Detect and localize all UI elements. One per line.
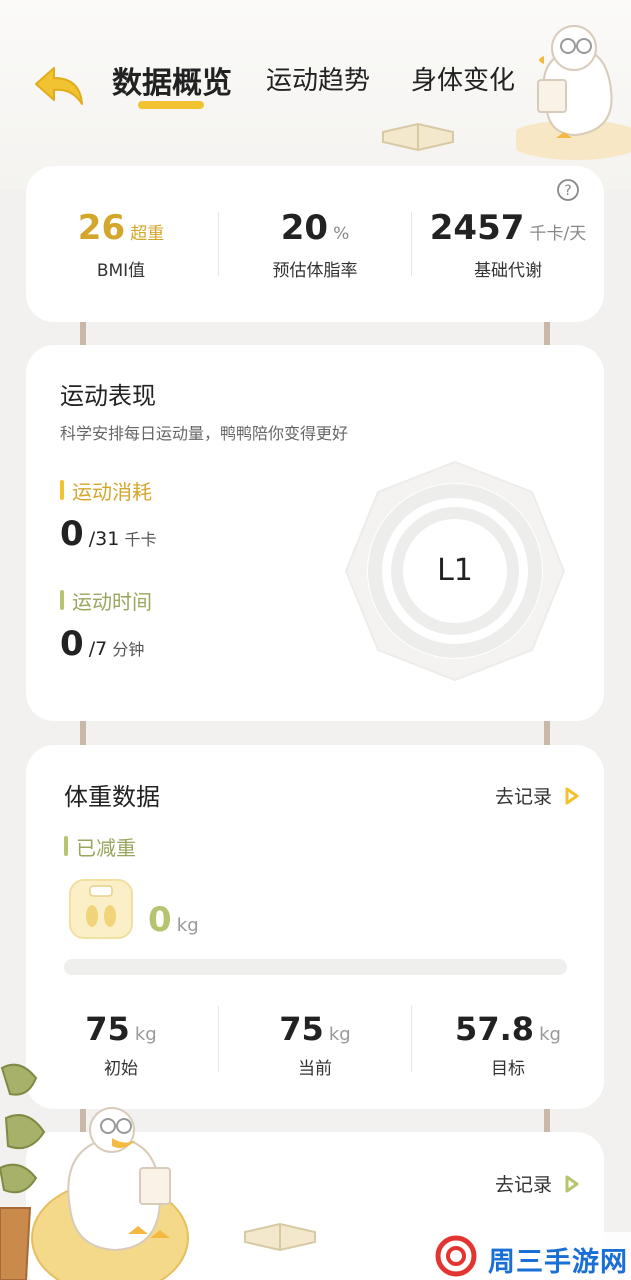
body-fat-value: 20 [280,208,329,248]
exercise-burn-target: /31 [88,528,120,550]
divider [411,1006,412,1072]
book-illustration [382,122,454,152]
body-fat-label: 预估体脂率 [272,261,358,281]
exercise-title: 运动表现 [60,382,156,410]
weight-lost-value: 0 [148,900,172,940]
record-weight-label: 去记录 [495,786,553,808]
tab-data-overview[interactable]: 数据概览 [112,58,232,102]
divider [411,212,412,276]
current-weight-label: 当前 [298,1059,332,1079]
bmr-unit: 千卡/天 [529,224,587,244]
record-next-label: 去记录 [495,1174,553,1196]
target-weight-unit: kg [539,1024,561,1045]
record-next-button[interactable]: 去记录 [495,1170,580,1197]
bmi-status: 超重 [130,224,165,244]
exercise-subtitle: 科学安排每日运动量，鸭鸭陪你变得更好 [60,424,349,443]
exercise-time-unit: 分钟 [112,640,145,659]
tab-exercise-trend[interactable]: 运动趋势 [266,60,370,97]
weight-title: 体重数据 [64,783,160,811]
exercise-burn-value: 0 [60,514,84,554]
book-illustration [244,1222,316,1252]
exercise-burn-unit: 千卡 [124,530,157,549]
record-weight-button[interactable]: 去记录 [495,782,580,809]
initial-weight-unit: kg [134,1024,157,1045]
target-weight-stat: 57.8 kg 目标 [413,1010,603,1079]
hanging-string [544,718,550,748]
bmi-value: 26 [77,208,126,248]
weight-lost-metric: 0 kg [148,900,199,940]
play-arrow-icon [565,787,579,805]
active-tab-indicator [138,101,204,109]
help-icon[interactable]: ? [556,178,580,202]
bmr-value: 2457 [429,208,525,248]
body-fat-unit: % [333,224,350,244]
scale-icon [69,879,133,939]
duck-plant-illustration [0,1063,189,1280]
watermark-text: 周三手游网 [488,1247,628,1278]
play-arrow-icon [565,1175,579,1193]
body-fat-stat: 20 % 预估体脂率 [220,208,410,281]
current-weight-stat: 75 kg 当前 [220,1010,410,1079]
hanging-string [80,320,86,348]
bmi-stat: 26 超重 BMI值 [26,208,216,281]
initial-weight-value: 75 [85,1010,130,1048]
hanging-string [544,320,550,348]
bmr-stat: 2457 千卡/天 基础代谢 [413,208,603,281]
current-weight-value: 75 [279,1010,324,1048]
bmr-label: 基础代谢 [474,261,542,281]
exercise-time-target: /7 [88,638,108,660]
exercise-burn-label: 运动消耗 [60,476,152,505]
target-weight-value: 57.8 [455,1010,534,1048]
weight-progress-bar [64,959,567,975]
tab-body-change[interactable]: 身体变化 [411,60,515,97]
level-value: L1 [437,553,473,588]
duck-reading-illustration [516,25,631,160]
exercise-time-label: 运动时间 [60,586,152,615]
weight-lost-unit: kg [176,915,199,936]
current-weight-unit: kg [328,1024,351,1045]
exercise-time-metric: 0 /7 分钟 [60,624,144,664]
exercise-burn-metric: 0 /31 千卡 [60,514,156,554]
back-arrow-icon[interactable] [32,62,88,110]
divider [218,212,219,276]
exercise-time-value: 0 [60,624,84,664]
target-weight-label: 目标 [491,1059,525,1079]
svg-text:?: ? [564,183,571,199]
weight-lost-label: 已减重 [64,832,136,861]
bmi-label: BMI值 [96,261,146,281]
hanging-string [80,718,86,748]
